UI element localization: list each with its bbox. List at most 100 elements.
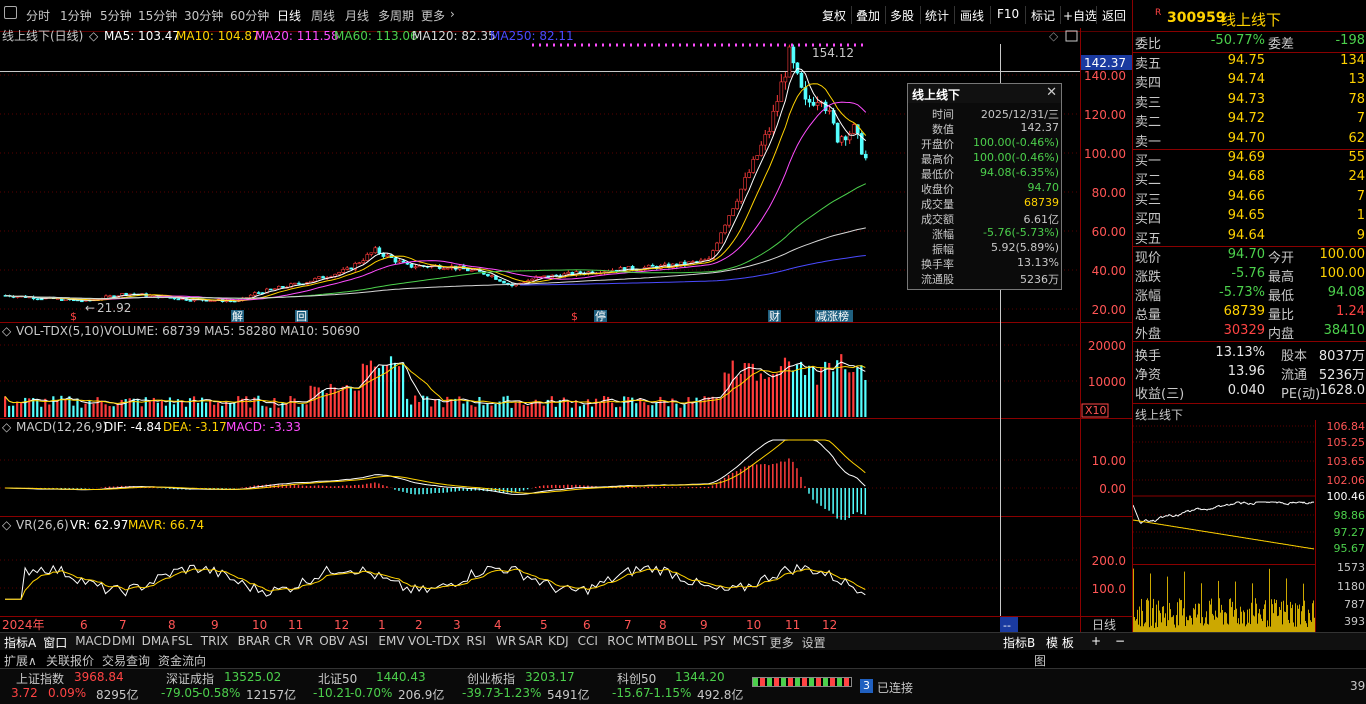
mini-price-tick: 106.84 <box>1327 420 1366 433</box>
fund-flow-tab[interactable]: 资金流向 <box>158 652 206 669</box>
period-tab-weekly[interactable]: 周线 <box>311 7 335 24</box>
sell-level-price: 94.72 <box>1227 111 1265 127</box>
indicator-tab[interactable]: BRAR <box>238 634 271 648</box>
volume-bar <box>812 366 815 417</box>
trade-query-tab[interactable]: 交易查询 <box>102 652 150 669</box>
period-tab-5min[interactable]: 5分钟 <box>100 7 132 24</box>
indicator-tab[interactable]: MTM <box>637 634 665 648</box>
sell-level-row[interactable]: 卖一 94.70 62 <box>1133 131 1366 150</box>
indicator-tab[interactable]: BOLL <box>666 634 697 648</box>
ma120-label: MA120: 82.35 <box>412 29 496 43</box>
period-tab-60min[interactable]: 60分钟 <box>230 7 269 24</box>
buy-level-row[interactable]: 买五 94.64 9 <box>1133 228 1366 247</box>
indicator-b-tab[interactable]: 指标B <box>1003 634 1035 651</box>
index-value: 13525.02 <box>224 670 282 684</box>
candle-body <box>365 254 370 261</box>
indicator-tab[interactable]: DMI <box>112 634 135 648</box>
stats-button[interactable]: 统计 <box>925 7 949 24</box>
tooltip-row: 时间 2025/12/31/三 <box>912 106 1059 121</box>
sell-level-row[interactable]: 卖四 94.74 13 <box>1133 72 1366 91</box>
intraday-mini-chart[interactable]: 106.84 105.25 103.65 102.06 100.46 98.86 97.27… <box>1133 420 1366 636</box>
indicator-tab[interactable]: DMA <box>142 634 170 648</box>
mini-volume-bar <box>1252 583 1253 636</box>
f10-button[interactable]: F10 <box>997 7 1019 21</box>
indicator-tab[interactable]: 设置 <box>802 634 826 651</box>
quote-label: 今开 <box>1268 251 1295 266</box>
indicator-tab[interactable]: SAR <box>518 634 542 648</box>
multi-stock-button[interactable]: 多股 <box>890 7 914 24</box>
volume-bar <box>148 401 151 417</box>
volume-bar <box>104 404 107 417</box>
indicator-tab[interactable]: WR <box>496 634 516 648</box>
expand-tab[interactable]: 扩展∧ <box>4 652 37 669</box>
event-marker-unlock: 解 <box>232 309 243 323</box>
indicator-tab[interactable]: FSL <box>171 634 192 648</box>
back-button[interactable]: 返回 <box>1102 7 1126 24</box>
mini-volume-bar <box>1201 583 1202 636</box>
tooltip-row-label: 成交量 <box>921 198 954 211</box>
volume-bar <box>751 363 754 417</box>
connection-status[interactable]: 已连接 <box>877 679 913 696</box>
indicator-tab[interactable]: ROC <box>607 634 633 648</box>
sell-level-row[interactable]: 卖五 94.75 134 <box>1133 53 1366 72</box>
related-quote-tab[interactable]: 关联报价 <box>46 652 94 669</box>
chart-tab[interactable]: 图 <box>1034 652 1046 669</box>
window-menu-icon[interactable] <box>4 6 17 19</box>
template-tab[interactable]: 模 板 <box>1046 634 1074 651</box>
fundamental-label: 流通 <box>1281 368 1308 383</box>
indicator-tab[interactable]: VOL-TDX <box>408 634 460 648</box>
remove-panel-button[interactable]: − <box>1115 634 1125 648</box>
indicator-tab[interactable]: TRIX <box>201 634 228 648</box>
draw-line-button[interactable]: 画线 <box>960 7 984 24</box>
add-panel-button[interactable]: + <box>1091 634 1101 648</box>
sell-level-row[interactable]: 卖三 94.73 78 <box>1133 92 1366 111</box>
candle-body <box>851 124 856 134</box>
buy-level-row[interactable]: 买四 94.65 1 <box>1133 208 1366 227</box>
volume-bar <box>771 374 775 417</box>
period-tab-30min[interactable]: 30分钟 <box>184 7 223 24</box>
volume-bar <box>570 407 574 417</box>
indicator-tab[interactable]: EMV <box>378 634 404 648</box>
indicator-tab[interactable]: 窗口 <box>43 634 67 651</box>
volume-bar <box>349 386 352 417</box>
ma-line <box>5 227 866 300</box>
period-tab-1min[interactable]: 1分钟 <box>60 7 92 24</box>
mark-button[interactable]: 标记 <box>1031 7 1055 24</box>
buy-level-row[interactable]: 买一 94.69 55 <box>1133 150 1366 169</box>
add-watchlist-button[interactable]: +自选 <box>1063 7 1097 24</box>
indicator-tab[interactable]: MACD <box>75 634 111 648</box>
sell-level-row[interactable]: 卖二 94.72 7 <box>1133 111 1366 130</box>
indicator-tab[interactable]: CR <box>274 634 291 648</box>
period-tab-15min[interactable]: 15分钟 <box>138 7 177 24</box>
indicator-tab[interactable]: CCI <box>578 634 598 648</box>
period-tab-monthly[interactable]: 月线 <box>345 7 369 24</box>
x-axis-label: 7 <box>119 618 127 632</box>
volume-bar <box>92 403 95 417</box>
indicator-tab[interactable]: PSY <box>703 634 725 648</box>
close-icon[interactable]: ✕ <box>1046 85 1057 100</box>
buy-level-row[interactable]: 买三 94.66 7 <box>1133 189 1366 208</box>
volume-bar <box>333 387 336 417</box>
sell-level-volume: 62 <box>1348 130 1365 146</box>
period-tab-more[interactable]: 更多 <box>421 7 445 24</box>
volume-bar <box>478 396 481 417</box>
price-tooltip: 线上线下 ✕ 时间 2025/12/31/三 数值 142.37 开盘价 100.00(-… <box>907 83 1062 290</box>
period-tab-multi[interactable]: 多周期 <box>378 7 414 24</box>
period-tab-daily[interactable]: 日线 <box>277 7 301 24</box>
buy-level-price: 94.66 <box>1227 188 1265 204</box>
indicator-tab[interactable]: ASI <box>349 634 368 648</box>
fuquan-button[interactable]: 复权 <box>822 7 846 24</box>
indicator-tab[interactable]: KDJ <box>548 634 569 648</box>
indicator-tab[interactable]: 指标A <box>4 634 36 651</box>
indicator-tab[interactable]: RSI <box>466 634 486 648</box>
indicator-tab[interactable]: MCST <box>733 634 767 648</box>
overlay-button[interactable]: 叠加 <box>856 7 880 24</box>
buy-level-row[interactable]: 买二 94.68 24 <box>1133 169 1366 188</box>
volume-bar <box>799 361 803 417</box>
indicator-tab[interactable]: OBV <box>319 634 345 648</box>
candle-body <box>349 267 354 270</box>
period-tab-fenshi[interactable]: 分时 <box>26 7 50 24</box>
indicator-tab[interactable]: VR <box>297 634 314 648</box>
volume-bar <box>112 406 115 417</box>
indicator-tab[interactable]: 更多 <box>770 634 794 651</box>
